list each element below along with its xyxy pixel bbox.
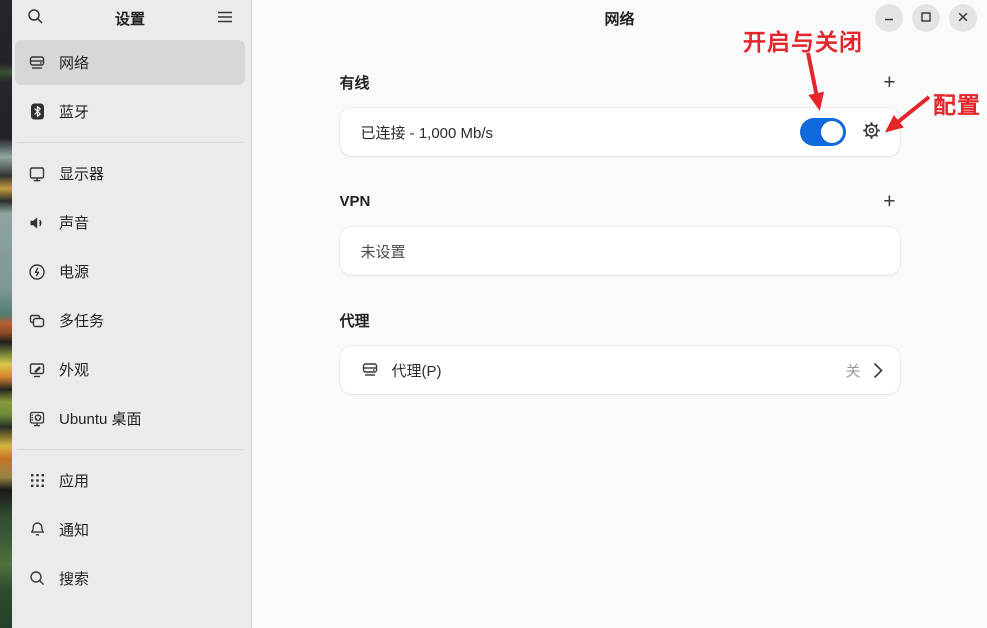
- wired-section-label: 有线: [340, 72, 370, 93]
- bell-icon: [28, 521, 46, 539]
- sidebar-item-label: 通知: [59, 519, 89, 540]
- sidebar-item-apps[interactable]: 应用: [15, 458, 245, 503]
- settings-window: 设置 网络 蓝牙: [0, 0, 987, 628]
- sidebar-item-label: 多任务: [59, 310, 104, 331]
- window-controls: [875, 4, 977, 32]
- main-header: 网络: [252, 0, 987, 36]
- desktop-wallpaper-strip: [0, 0, 12, 628]
- proxy-section-label: 代理: [340, 310, 370, 331]
- sidebar-item-label: 蓝牙: [59, 101, 89, 122]
- wired-connection-row[interactable]: 已连接 - 1,000 Mb/s: [340, 108, 900, 156]
- wired-connection-status: 已连接 - 1,000 Mb/s: [361, 122, 494, 143]
- proxy-section: 代理 代理(P) 关: [340, 310, 900, 394]
- vpn-section-label: VPN: [340, 193, 371, 210]
- search-icon: [27, 8, 44, 28]
- sidebar-item-label: Ubuntu 桌面: [59, 408, 142, 429]
- sidebar-item-ubuntu-desktop[interactable]: Ubuntu 桌面: [15, 396, 245, 441]
- speaker-icon: [28, 214, 46, 232]
- proxy-row[interactable]: 代理(P) 关: [340, 346, 900, 394]
- ubuntu-desktop-icon: [28, 410, 46, 428]
- main-panel: 网络: [252, 0, 987, 628]
- sidebar-item-power[interactable]: 电源: [15, 249, 245, 294]
- sidebar-item-search[interactable]: 搜索: [15, 556, 245, 601]
- wired-section: 有线 + 已连接 - 1,000 Mb/s: [340, 72, 900, 156]
- bluetooth-icon: [28, 103, 46, 121]
- power-icon: [28, 263, 46, 281]
- network-icon: [28, 54, 46, 72]
- display-icon: [28, 165, 46, 183]
- vpn-empty-label: 未设置: [361, 241, 406, 262]
- sidebar-item-label: 电源: [59, 261, 89, 282]
- vpn-section: VPN + 未设置: [340, 191, 900, 275]
- chevron-right-icon: [873, 362, 883, 379]
- sidebar-item-label: 搜索: [59, 568, 89, 589]
- minimize-button[interactable]: [875, 4, 903, 32]
- proxy-network-icon: [361, 361, 379, 379]
- appearance-icon: [28, 361, 46, 379]
- add-vpn-button[interactable]: +: [879, 192, 899, 212]
- sidebar-item-displays[interactable]: 显示器: [15, 151, 245, 196]
- sidebar: 设置 网络 蓝牙: [12, 0, 252, 628]
- sidebar-item-label: 声音: [59, 212, 89, 233]
- proxy-label: 代理(P): [392, 360, 442, 381]
- sidebar-item-label: 显示器: [59, 163, 104, 184]
- gear-icon: [862, 121, 881, 143]
- sidebar-item-bluetooth[interactable]: 蓝牙: [15, 89, 245, 134]
- app-title: 设置: [115, 8, 145, 29]
- hamburger-icon: [217, 10, 233, 27]
- wired-options-button[interactable]: [861, 121, 883, 143]
- sidebar-item-appearance[interactable]: 外观: [15, 347, 245, 392]
- close-icon: [957, 11, 969, 26]
- maximize-button[interactable]: [912, 4, 940, 32]
- sidebar-item-notifications[interactable]: 通知: [15, 507, 245, 552]
- sidebar-item-label: 外观: [59, 359, 89, 380]
- sidebar-item-network[interactable]: 网络: [15, 40, 245, 85]
- proxy-state-value: 关: [845, 360, 860, 381]
- sidebar-header: 设置: [15, 0, 245, 36]
- minimize-icon: [883, 11, 895, 26]
- toggle-knob: [821, 121, 843, 143]
- magnifier-icon: [28, 570, 46, 588]
- close-button[interactable]: [949, 4, 977, 32]
- add-wired-connection-button[interactable]: +: [879, 73, 899, 93]
- sidebar-item-label: 网络: [59, 52, 89, 73]
- sidebar-item-sound[interactable]: 声音: [15, 200, 245, 245]
- menu-button[interactable]: [211, 4, 239, 32]
- apps-grid-icon: [28, 472, 46, 490]
- sidebar-divider: [17, 142, 243, 143]
- network-settings-content: 有线 + 已连接 - 1,000 Mb/s: [340, 72, 900, 394]
- sidebar-divider: [17, 449, 243, 450]
- maximize-icon: [920, 11, 932, 26]
- vpn-empty-row: 未设置: [340, 227, 900, 275]
- search-button[interactable]: [21, 4, 49, 32]
- multitask-icon: [28, 312, 46, 330]
- wired-toggle[interactable]: [800, 118, 846, 146]
- sidebar-item-multitasking[interactable]: 多任务: [15, 298, 245, 343]
- sidebar-item-label: 应用: [59, 470, 89, 491]
